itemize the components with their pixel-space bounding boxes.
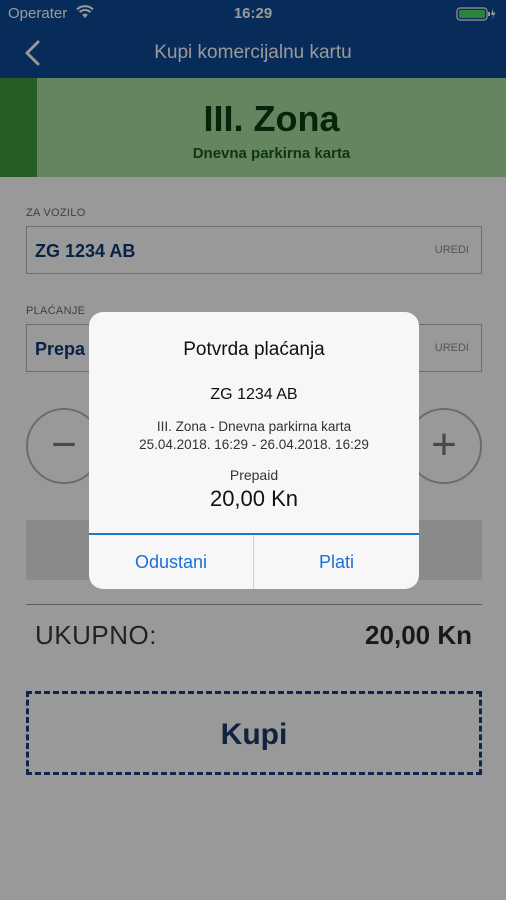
dialog-amount: 20,00 Kn (209, 486, 299, 511)
dialog-zone-line: III. Zona - Dnevna parkirna karta (156, 419, 352, 434)
pay-button[interactable]: Plati (254, 535, 419, 589)
dialog-plate: ZG 1234 AB (210, 386, 298, 403)
cancel-button[interactable]: Odustani (89, 535, 254, 589)
dialog-time-range: 25.04.2018. 16:29 - 26.04.2018. 16:29 (139, 437, 369, 452)
dialog-title: Potvrda plaćanja (183, 339, 325, 360)
payment-confirmation-dialog: Potvrda plaćanja ZG 1234 AB III. Zona - … (89, 312, 419, 589)
dialog-payment-method: Prepaid (229, 467, 279, 483)
